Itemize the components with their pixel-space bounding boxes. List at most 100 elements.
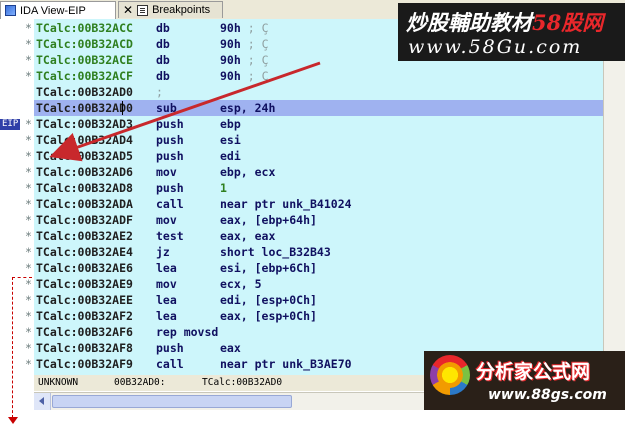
line-address[interactable]: TCalc:00B32AF2 <box>36 308 133 324</box>
operand-text[interactable]: 90h <box>220 37 241 51</box>
disasm-line[interactable]: * TCalc:00B32AEE lea edi, [esp+0Ch] <box>25 292 603 308</box>
tab-breakpoints[interactable]: ✕ Breakpoints <box>118 1 223 18</box>
operand-text[interactable]: 90h <box>220 21 241 35</box>
line-address[interactable]: TCalc:00B32ACF <box>36 68 133 84</box>
line-address[interactable]: TCalc:00B32AD8 <box>36 180 133 196</box>
line-address[interactable]: TCalc:00B32ADA <box>36 196 133 212</box>
line-mnemonic[interactable]: db <box>156 52 170 68</box>
disasm-line[interactable]: * TCalc:00B32AD3 push ebp <box>25 116 603 132</box>
line-address[interactable]: TCalc:00B32AE6 <box>36 260 133 276</box>
line-address[interactable]: TCalc:00B32AF8 <box>36 340 133 356</box>
line-address[interactable]: TCalc:00B32ACD <box>36 36 133 52</box>
operand-text[interactable]: short loc_B32B43 <box>220 245 331 259</box>
line-operands[interactable]: esi, [ebp+6Ch] <box>220 260 317 276</box>
line-operands[interactable]: 90h ; Ç <box>220 52 269 68</box>
operand-text[interactable]: eax, eax <box>220 229 275 243</box>
operand-text[interactable]: ebp, ecx <box>220 165 275 179</box>
operand-text[interactable]: esi, [ebp+6Ch] <box>220 261 317 275</box>
disasm-line[interactable]: * TCalc:00B32AE4 jz short loc_B32B43 <box>25 244 603 260</box>
line-operands[interactable]: eax, [ebp+64h] <box>220 212 317 228</box>
disasm-line[interactable]: * TCalc:00B32ACF db 90h ; Ç <box>25 68 603 84</box>
line-mnemonic[interactable]: jz <box>156 244 170 260</box>
line-operands[interactable]: 90h ; Ç <box>220 36 269 52</box>
operand-text[interactable]: edi <box>220 149 241 163</box>
line-operands[interactable]: edi <box>220 148 241 164</box>
line-mnemonic[interactable]: call <box>156 196 184 212</box>
disasm-line[interactable]: * TCalc:00B32ADA call near ptr unk_B41024 <box>25 196 603 212</box>
line-address[interactable]: TCalc:00B32AD5 <box>36 148 133 164</box>
line-address[interactable]: TCalc:00B32AD0 <box>36 100 133 116</box>
line-operands[interactable]: ecx, 5 <box>220 276 262 292</box>
operand-text[interactable]: ebp <box>220 117 241 131</box>
disasm-line[interactable]: * TCalc:00B32ADF mov eax, [ebp+64h] <box>25 212 603 228</box>
line-mnemonic[interactable]: db <box>156 20 170 36</box>
line-mnemonic[interactable]: mov <box>156 164 177 180</box>
line-address[interactable]: TCalc:00B32AD4 <box>36 132 133 148</box>
operand-text[interactable]: 90h <box>220 53 241 67</box>
disasm-line[interactable]: * TCalc:00B32AF2 lea eax, [esp+0Ch] <box>25 308 603 324</box>
line-operands[interactable]: esp, 24h <box>220 100 275 116</box>
line-address[interactable]: TCalc:00B32AE2 <box>36 228 133 244</box>
disassembly-listing[interactable]: * TCalc:00B32ACC db 90h ; Ç * TCalc:00B32ACD db… <box>25 19 603 375</box>
line-operands[interactable]: 1 <box>220 180 227 196</box>
line-address[interactable]: TCalc:00B32AD0 <box>36 84 133 100</box>
line-mnemonic[interactable]: lea <box>156 292 177 308</box>
line-address[interactable]: TCalc:00B32ACE <box>36 52 133 68</box>
line-operands[interactable]: eax, eax <box>220 228 275 244</box>
line-mnemonic[interactable]: mov <box>156 212 177 228</box>
line-operands[interactable]: ebp <box>220 116 241 132</box>
operand-text[interactable]: eax, [ebp+64h] <box>220 213 317 227</box>
line-mnemonic[interactable]: push <box>156 148 184 164</box>
line-operands[interactable]: near ptr unk_B3AE70 <box>220 356 352 372</box>
scroll-thumb[interactable] <box>52 395 292 408</box>
line-address[interactable]: TCalc:00B32AF9 <box>36 356 133 372</box>
scroll-left-button[interactable] <box>34 393 51 410</box>
operand-text[interactable]: esi <box>220 133 241 147</box>
line-mnemonic[interactable]: db <box>156 68 170 84</box>
line-operands[interactable]: 90h ; Ç <box>220 20 269 36</box>
operand-text[interactable]: near ptr unk_B41024 <box>220 197 352 211</box>
disasm-line[interactable]: * TCalc:00B32AD8 push 1 <box>25 180 603 196</box>
operand-text[interactable]: ecx, 5 <box>220 277 262 291</box>
line-mnemonic[interactable]: db <box>156 36 170 52</box>
line-mnemonic[interactable]: push <box>156 132 184 148</box>
tab-ida-view-eip[interactable]: IDA View-EIP <box>0 1 116 19</box>
line-address[interactable]: TCalc:00B32ADF <box>36 212 133 228</box>
line-operands[interactable]: 90h ; Ç <box>220 68 269 84</box>
line-address[interactable]: TCalc:00B32AEE <box>36 292 133 308</box>
line-operands[interactable]: edi, [esp+0Ch] <box>220 292 317 308</box>
line-operands[interactable]: eax, [esp+0Ch] <box>220 308 317 324</box>
line-address[interactable]: TCalc:00B32AE9 <box>36 276 133 292</box>
line-operands[interactable]: ebp, ecx <box>220 164 275 180</box>
disasm-line[interactable]: * TCalc:00B32AD4 push esi <box>25 132 603 148</box>
line-address[interactable]: TCalc:00B32ACC <box>36 20 133 36</box>
line-operands[interactable]: eax <box>220 340 241 356</box>
current-instruction-line[interactable]: TCalc:00B32AD0 sub esp, 24h <box>34 100 603 116</box>
disasm-line[interactable]: * TCalc:00B32AE6 lea esi, [ebp+6Ch] <box>25 260 603 276</box>
line-address[interactable]: TCalc:00B32AD3 <box>36 116 133 132</box>
disasm-line[interactable]: * TCalc:00B32AE9 mov ecx, 5 <box>25 276 603 292</box>
line-address[interactable]: TCalc:00B32AE4 <box>36 244 133 260</box>
operand-text[interactable]: 1 <box>220 181 227 195</box>
operand-text[interactable]: near ptr unk_B3AE70 <box>220 357 352 371</box>
disasm-line[interactable]: * TCalc:00B32AD5 push edi <box>25 148 603 164</box>
line-mnemonic[interactable]: test <box>156 228 184 244</box>
disasm-line[interactable]: * TCalc:00B32AF6 rep movsd <box>25 324 603 340</box>
operand-text[interactable]: eax <box>220 341 241 355</box>
line-operands[interactable]: ; <box>156 84 163 100</box>
vertical-scrollbar[interactable] <box>603 19 625 391</box>
line-operands[interactable]: short loc_B32B43 <box>220 244 331 260</box>
line-operands[interactable]: esi <box>220 132 241 148</box>
line-mnemonic[interactable]: push <box>156 180 184 196</box>
line-mnemonic[interactable]: push <box>156 116 184 132</box>
line-address[interactable]: TCalc:00B32AD6 <box>36 164 133 180</box>
disasm-line[interactable]: * TCalc:00B32AE2 test eax, eax <box>25 228 603 244</box>
close-icon[interactable]: ✕ <box>123 3 133 17</box>
line-mnemonic[interactable]: push <box>156 340 184 356</box>
disasm-line[interactable]: * TCalc:00B32AD6 mov ebp, ecx <box>25 164 603 180</box>
line-mnemonic[interactable]: call <box>156 356 184 372</box>
disasm-line[interactable]: TCalc:00B32AD0; <box>34 84 603 100</box>
operand-text[interactable]: esp, 24h <box>220 101 275 115</box>
line-address[interactable]: TCalc:00B32AF6 <box>36 324 133 340</box>
line-mnemonic[interactable]: sub <box>156 100 177 116</box>
